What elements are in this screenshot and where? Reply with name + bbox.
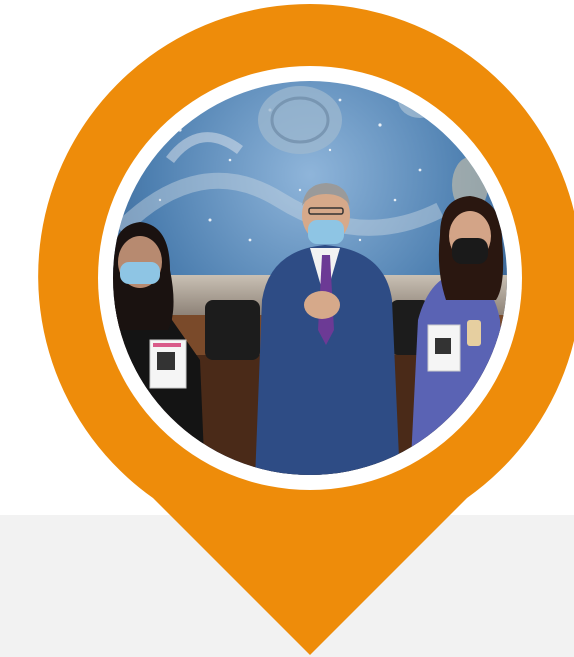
map-pin-icon <box>38 4 574 655</box>
